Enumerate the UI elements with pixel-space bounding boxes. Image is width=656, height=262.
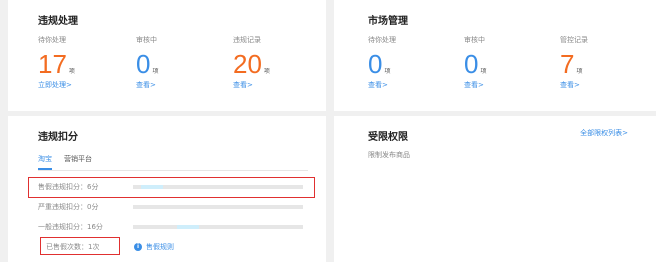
fake-count: 已售假次数：1次 xyxy=(46,242,99,252)
deduct-row-label: 严重违规扣分：0分 xyxy=(38,203,99,211)
limits-panel: 受限权限 全部限权列表> 限制发布商品 xyxy=(334,116,656,262)
limits-title: 受限权限 xyxy=(368,132,408,143)
stat-value: 0 xyxy=(136,49,151,79)
stat-unit: 项 xyxy=(576,68,583,75)
fake-rules-link[interactable]: 售假规则 xyxy=(146,242,174,252)
violation-panel: 违规处理 待你处理 17 项 立即处理> 审核中 0项 查看> 违规记录 20 项 … xyxy=(8,0,326,111)
progress-fill xyxy=(141,185,164,189)
tab-taobao[interactable]: 淘宝 xyxy=(38,154,52,170)
tab-divider xyxy=(38,170,308,171)
progress-fill xyxy=(177,225,200,229)
view-pending-link[interactable]: 查看> xyxy=(368,80,448,90)
market-stat-pending: 待你处理 0项 查看> xyxy=(368,34,448,90)
stat-label: 待你处理 xyxy=(368,36,396,44)
stat-unit: 项 xyxy=(480,68,487,75)
market-title: 市场管理 xyxy=(368,16,408,27)
deduct-row-label: 一般违规扣分：16分 xyxy=(38,223,103,231)
deduct-title: 违规扣分 xyxy=(38,132,78,143)
deduct-panel: 违规扣分 淘宝 营销平台 售假违规扣分：6分 严重违规扣分：0分 一般违规扣分：… xyxy=(8,116,326,262)
market-stat-control: 管控记录 7项 查看> xyxy=(560,34,640,90)
view-review-link[interactable]: 查看> xyxy=(464,80,544,90)
violation-stat-records: 违规记录 20 项 查看> xyxy=(233,34,313,90)
stat-value: 20 xyxy=(233,49,262,79)
all-limits-link[interactable]: 全部限权列表> xyxy=(580,128,628,138)
violation-title: 违规处理 xyxy=(38,16,78,27)
view-control-link[interactable]: 查看> xyxy=(560,80,640,90)
violation-stat-pending: 待你处理 17 项 立即处理> xyxy=(38,34,118,90)
deduct-row-general: 一般违规扣分：16分 xyxy=(38,221,313,233)
progress-bar xyxy=(133,225,303,229)
progress-bar xyxy=(133,185,303,189)
stat-label: 管控记录 xyxy=(560,36,588,44)
stat-unit: 项 xyxy=(152,68,159,75)
handle-now-link[interactable]: 立即处理> xyxy=(38,80,118,90)
progress-bar xyxy=(133,205,303,209)
info-icon: i xyxy=(134,243,142,251)
stat-value: 7 xyxy=(560,49,575,79)
stat-label: 待你处理 xyxy=(38,36,66,44)
stat-value: 0 xyxy=(368,49,383,79)
stat-unit: 项 xyxy=(263,68,270,75)
tab-marketing-platform[interactable]: 营销平台 xyxy=(64,154,92,170)
stat-label: 审核中 xyxy=(464,36,485,44)
stat-value: 0 xyxy=(464,49,479,79)
deduct-tabs: 淘宝 营销平台 xyxy=(38,154,92,170)
stat-unit: 项 xyxy=(384,68,391,75)
fake-count-text: 已售假次数：1次 xyxy=(46,243,100,251)
deduct-row-label: 售假违规扣分：6分 xyxy=(38,183,99,191)
market-panel: 市场管理 待你处理 0项 查看> 审核中 0项 查看> 管控记录 7项 查看> xyxy=(334,0,656,111)
fake-rules[interactable]: i 售假规则 xyxy=(134,242,174,252)
view-records-link[interactable]: 查看> xyxy=(233,80,313,90)
view-review-link[interactable]: 查看> xyxy=(136,80,216,90)
limit-item: 限制发布商品 xyxy=(368,151,410,159)
deduct-row-fake: 售假违规扣分：6分 xyxy=(38,181,313,193)
market-stat-review: 审核中 0项 查看> xyxy=(464,34,544,90)
stat-label: 违规记录 xyxy=(233,36,261,44)
deduct-row-serious: 严重违规扣分：0分 xyxy=(38,201,313,213)
violation-stat-review: 审核中 0项 查看> xyxy=(136,34,216,90)
stat-label: 审核中 xyxy=(136,36,157,44)
stat-value: 17 xyxy=(38,49,67,79)
stat-unit: 项 xyxy=(68,68,75,75)
